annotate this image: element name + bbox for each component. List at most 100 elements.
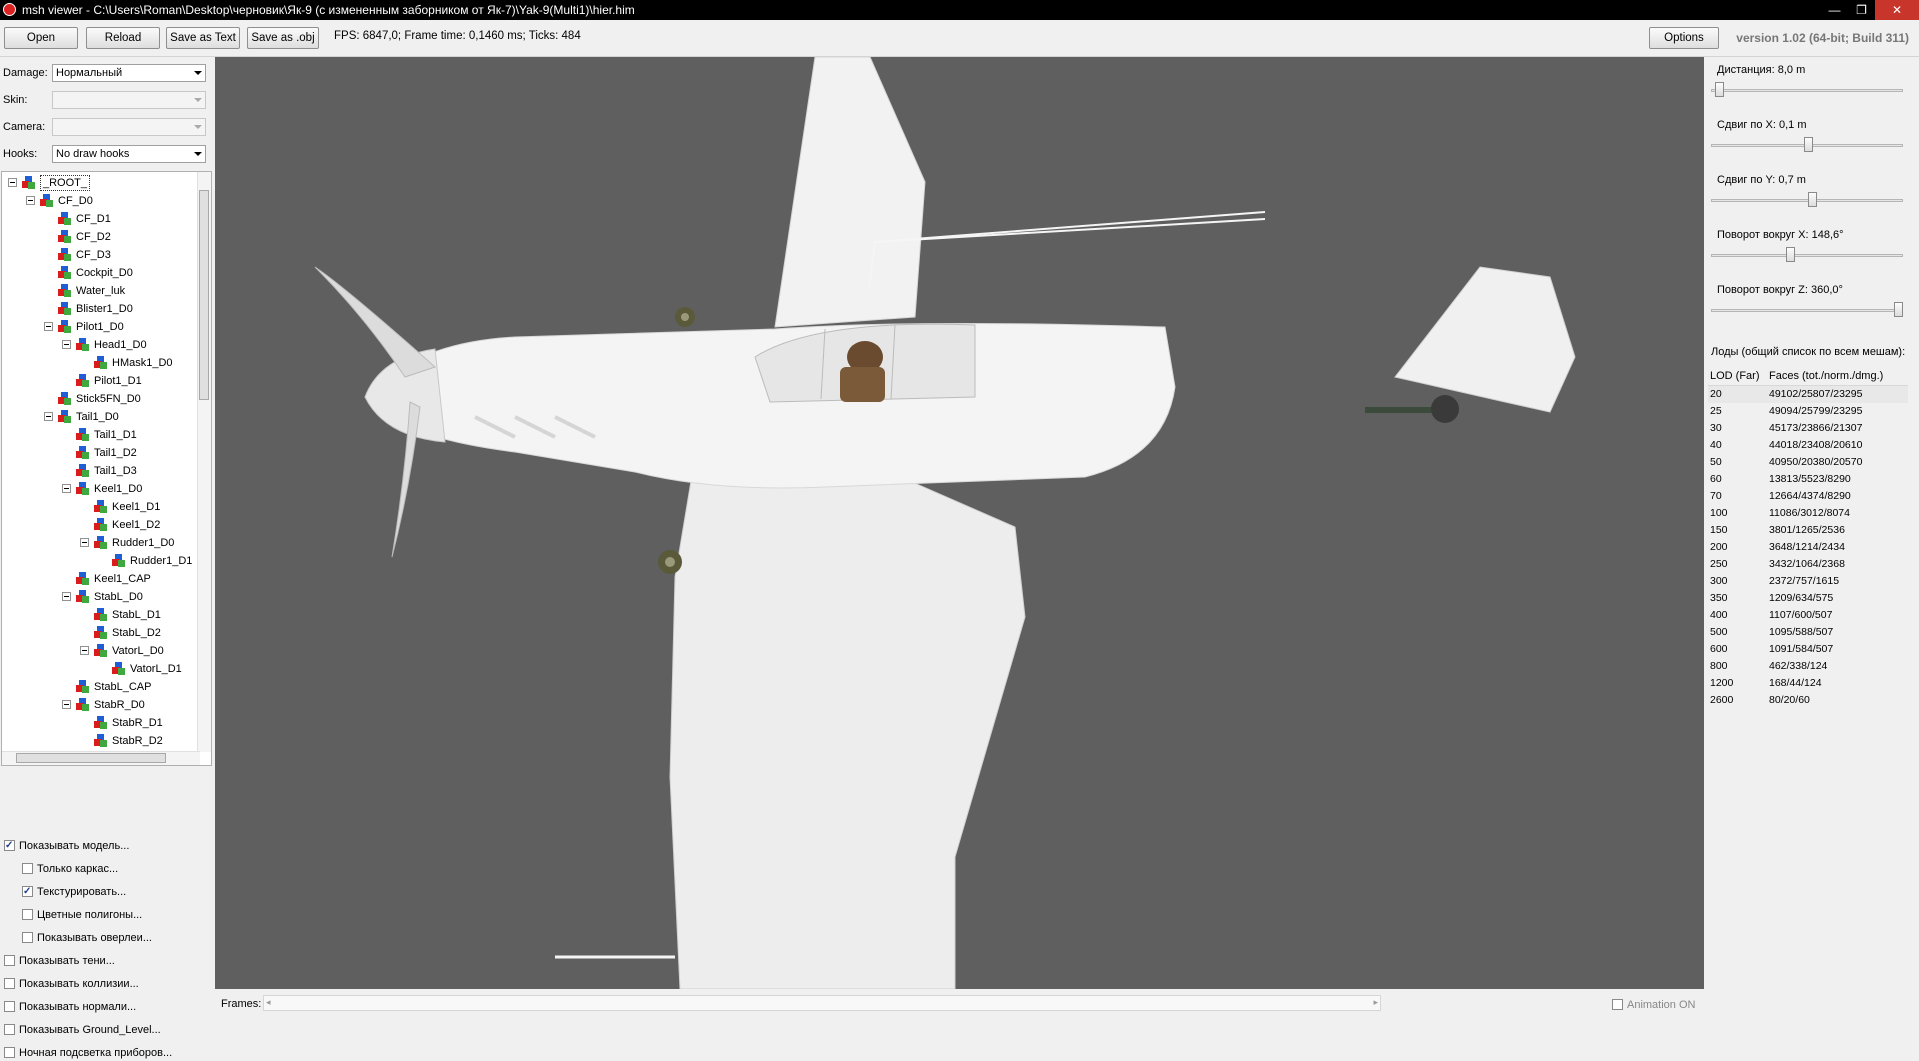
lod-row[interactable]: 200 3648/1214/2434 [1708, 539, 1908, 556]
tree-node[interactable]: StabR_D0 [2, 696, 197, 714]
lod-row[interactable]: 800 462/338/124 [1708, 658, 1908, 675]
reload-button[interactable]: Reload [86, 27, 160, 49]
scroll-right-icon[interactable]: ▸ [1373, 997, 1378, 1008]
open-button[interactable]: Open [4, 27, 78, 49]
skin-select[interactable] [52, 91, 206, 109]
close-icon[interactable]: ✕ [1875, 0, 1919, 20]
restore-icon[interactable]: ❐ [1848, 0, 1875, 20]
tree-node[interactable]: Keel1_D2 [2, 516, 197, 534]
tree-node[interactable]: Head1_D0 [2, 336, 197, 354]
frames-scrollbar[interactable]: ◂ ▸ [263, 995, 1381, 1011]
tree-node[interactable]: StabL_CAP [2, 678, 197, 696]
scroll-left-icon[interactable]: ◂ [266, 997, 271, 1008]
tree-node[interactable]: Tail1_D3 [2, 462, 197, 480]
view-slider[interactable] [1711, 137, 1903, 153]
lod-row[interactable]: 40 44018/23408/20610 [1708, 437, 1908, 454]
tree-node[interactable]: VatorL_D1 [2, 660, 197, 678]
tree-node[interactable]: Tail1_D1 [2, 426, 197, 444]
slider-track[interactable] [1711, 199, 1903, 202]
tree-vertical-scrollbar[interactable] [197, 172, 211, 752]
tree-node[interactable]: Rudder1_D1 [2, 552, 197, 570]
slider-track[interactable] [1711, 254, 1903, 257]
tree-expander-icon[interactable] [62, 484, 71, 493]
lod-row[interactable]: 2600 80/20/60 [1708, 692, 1908, 709]
tree-node[interactable]: Cockpit_D0 [2, 264, 197, 282]
3d-viewport[interactable] [215, 57, 1704, 989]
options-button[interactable]: Options [1649, 27, 1719, 49]
tree-node[interactable]: Stick5FN_D0 [2, 390, 197, 408]
lod-row[interactable]: 70 12664/4374/8290 [1708, 488, 1908, 505]
tree-expander-icon[interactable] [26, 196, 35, 205]
slider-track[interactable] [1711, 309, 1903, 312]
tree-expander-icon[interactable] [62, 340, 71, 349]
lod-row[interactable]: 1200 168/44/124 [1708, 675, 1908, 692]
lod-row[interactable]: 20 49102/25807/23295 [1708, 386, 1908, 403]
lod-row[interactable]: 600 1091/584/507 [1708, 641, 1908, 658]
tree-node[interactable]: Water_luk [2, 282, 197, 300]
tree-expander-icon[interactable] [44, 322, 53, 331]
view-slider[interactable] [1711, 192, 1903, 208]
checkbox-box[interactable] [4, 1024, 15, 1035]
save-as-obj-button[interactable]: Save as .obj [247, 27, 319, 49]
checkbox-box[interactable] [22, 863, 33, 874]
tree-node[interactable]: Rudder1_D0 [2, 534, 197, 552]
tree-node[interactable]: StabL_D2 [2, 624, 197, 642]
tree-node[interactable]: StabL_D1 [2, 606, 197, 624]
checkbox-box[interactable] [22, 909, 33, 920]
tree-node[interactable]: Blister1_D0 [2, 300, 197, 318]
tree-node[interactable]: Tail1_D0 [2, 408, 197, 426]
checkbox-box[interactable] [4, 978, 15, 989]
lod-row[interactable]: 50 40950/20380/20570 [1708, 454, 1908, 471]
tree-node[interactable]: Keel1_D0 [2, 480, 197, 498]
checkbox-box[interactable] [22, 932, 33, 943]
lod-row[interactable]: 100 11086/3012/8074 [1708, 505, 1908, 522]
checkbox-box[interactable] [4, 955, 15, 966]
tree-expander-icon[interactable] [8, 178, 17, 187]
tree-expander-icon[interactable] [44, 412, 53, 421]
tree-node[interactable]: StabR_D2 [2, 732, 197, 750]
view-slider[interactable] [1711, 82, 1903, 98]
lod-row[interactable]: 500 1095/588/507 [1708, 624, 1908, 641]
checkbox-box[interactable] [4, 1047, 15, 1058]
slider-knob[interactable] [1715, 82, 1724, 97]
view-slider[interactable] [1711, 247, 1903, 263]
tree-expander-icon[interactable] [62, 700, 71, 709]
tree-node[interactable]: CF_D3 [2, 246, 197, 264]
minimize-icon[interactable]: — [1821, 0, 1848, 20]
slider-knob[interactable] [1786, 247, 1795, 262]
lod-row[interactable]: 350 1209/634/575 [1708, 590, 1908, 607]
tree-node[interactable]: CF_D1 [2, 210, 197, 228]
tree-node[interactable]: StabR_D1 [2, 714, 197, 732]
lod-row[interactable]: 25 49094/25799/23295 [1708, 403, 1908, 420]
checkbox-box[interactable] [22, 884, 33, 900]
slider-knob[interactable] [1804, 137, 1813, 152]
save-as-text-button[interactable]: Save as Text [166, 27, 240, 49]
tree-node[interactable]: HMask1_D0 [2, 354, 197, 372]
lod-row[interactable]: 30 45173/23866/21307 [1708, 420, 1908, 437]
tree-horizontal-scrollbar[interactable] [2, 751, 200, 765]
tree-node[interactable]: Pilot1_D0 [2, 318, 197, 336]
slider-knob[interactable] [1894, 302, 1903, 317]
tree-node[interactable]: VatorL_D0 [2, 642, 197, 660]
tree-node[interactable]: CF_D0 [2, 192, 197, 210]
tree-expander-icon[interactable] [62, 592, 71, 601]
hooks-select[interactable]: No draw hooks [52, 145, 206, 163]
damage-select[interactable]: Нормальный [52, 64, 206, 82]
tree-expander-icon[interactable] [80, 538, 89, 547]
tree-hscroll-thumb[interactable] [16, 753, 166, 763]
lod-row[interactable]: 300 2372/757/1615 [1708, 573, 1908, 590]
tree-expander-icon[interactable] [80, 646, 89, 655]
tree-node[interactable]: StabL_D0 [2, 588, 197, 606]
tree-node[interactable]: _ROOT_ [2, 174, 197, 192]
tree-node[interactable]: CF_D2 [2, 228, 197, 246]
tree-node[interactable]: Keel1_CAP [2, 570, 197, 588]
tree-node[interactable]: Pilot1_D1 [2, 372, 197, 390]
tree-node[interactable]: Tail1_D2 [2, 444, 197, 462]
lod-row[interactable]: 60 13813/5523/8290 [1708, 471, 1908, 488]
lod-row[interactable]: 250 3432/1064/2368 [1708, 556, 1908, 573]
lod-row[interactable]: 150 3801/1265/2536 [1708, 522, 1908, 539]
slider-track[interactable] [1711, 89, 1903, 92]
view-slider[interactable] [1711, 302, 1903, 318]
tree-node[interactable]: Keel1_D1 [2, 498, 197, 516]
lod-row[interactable]: 400 1107/600/507 [1708, 607, 1908, 624]
